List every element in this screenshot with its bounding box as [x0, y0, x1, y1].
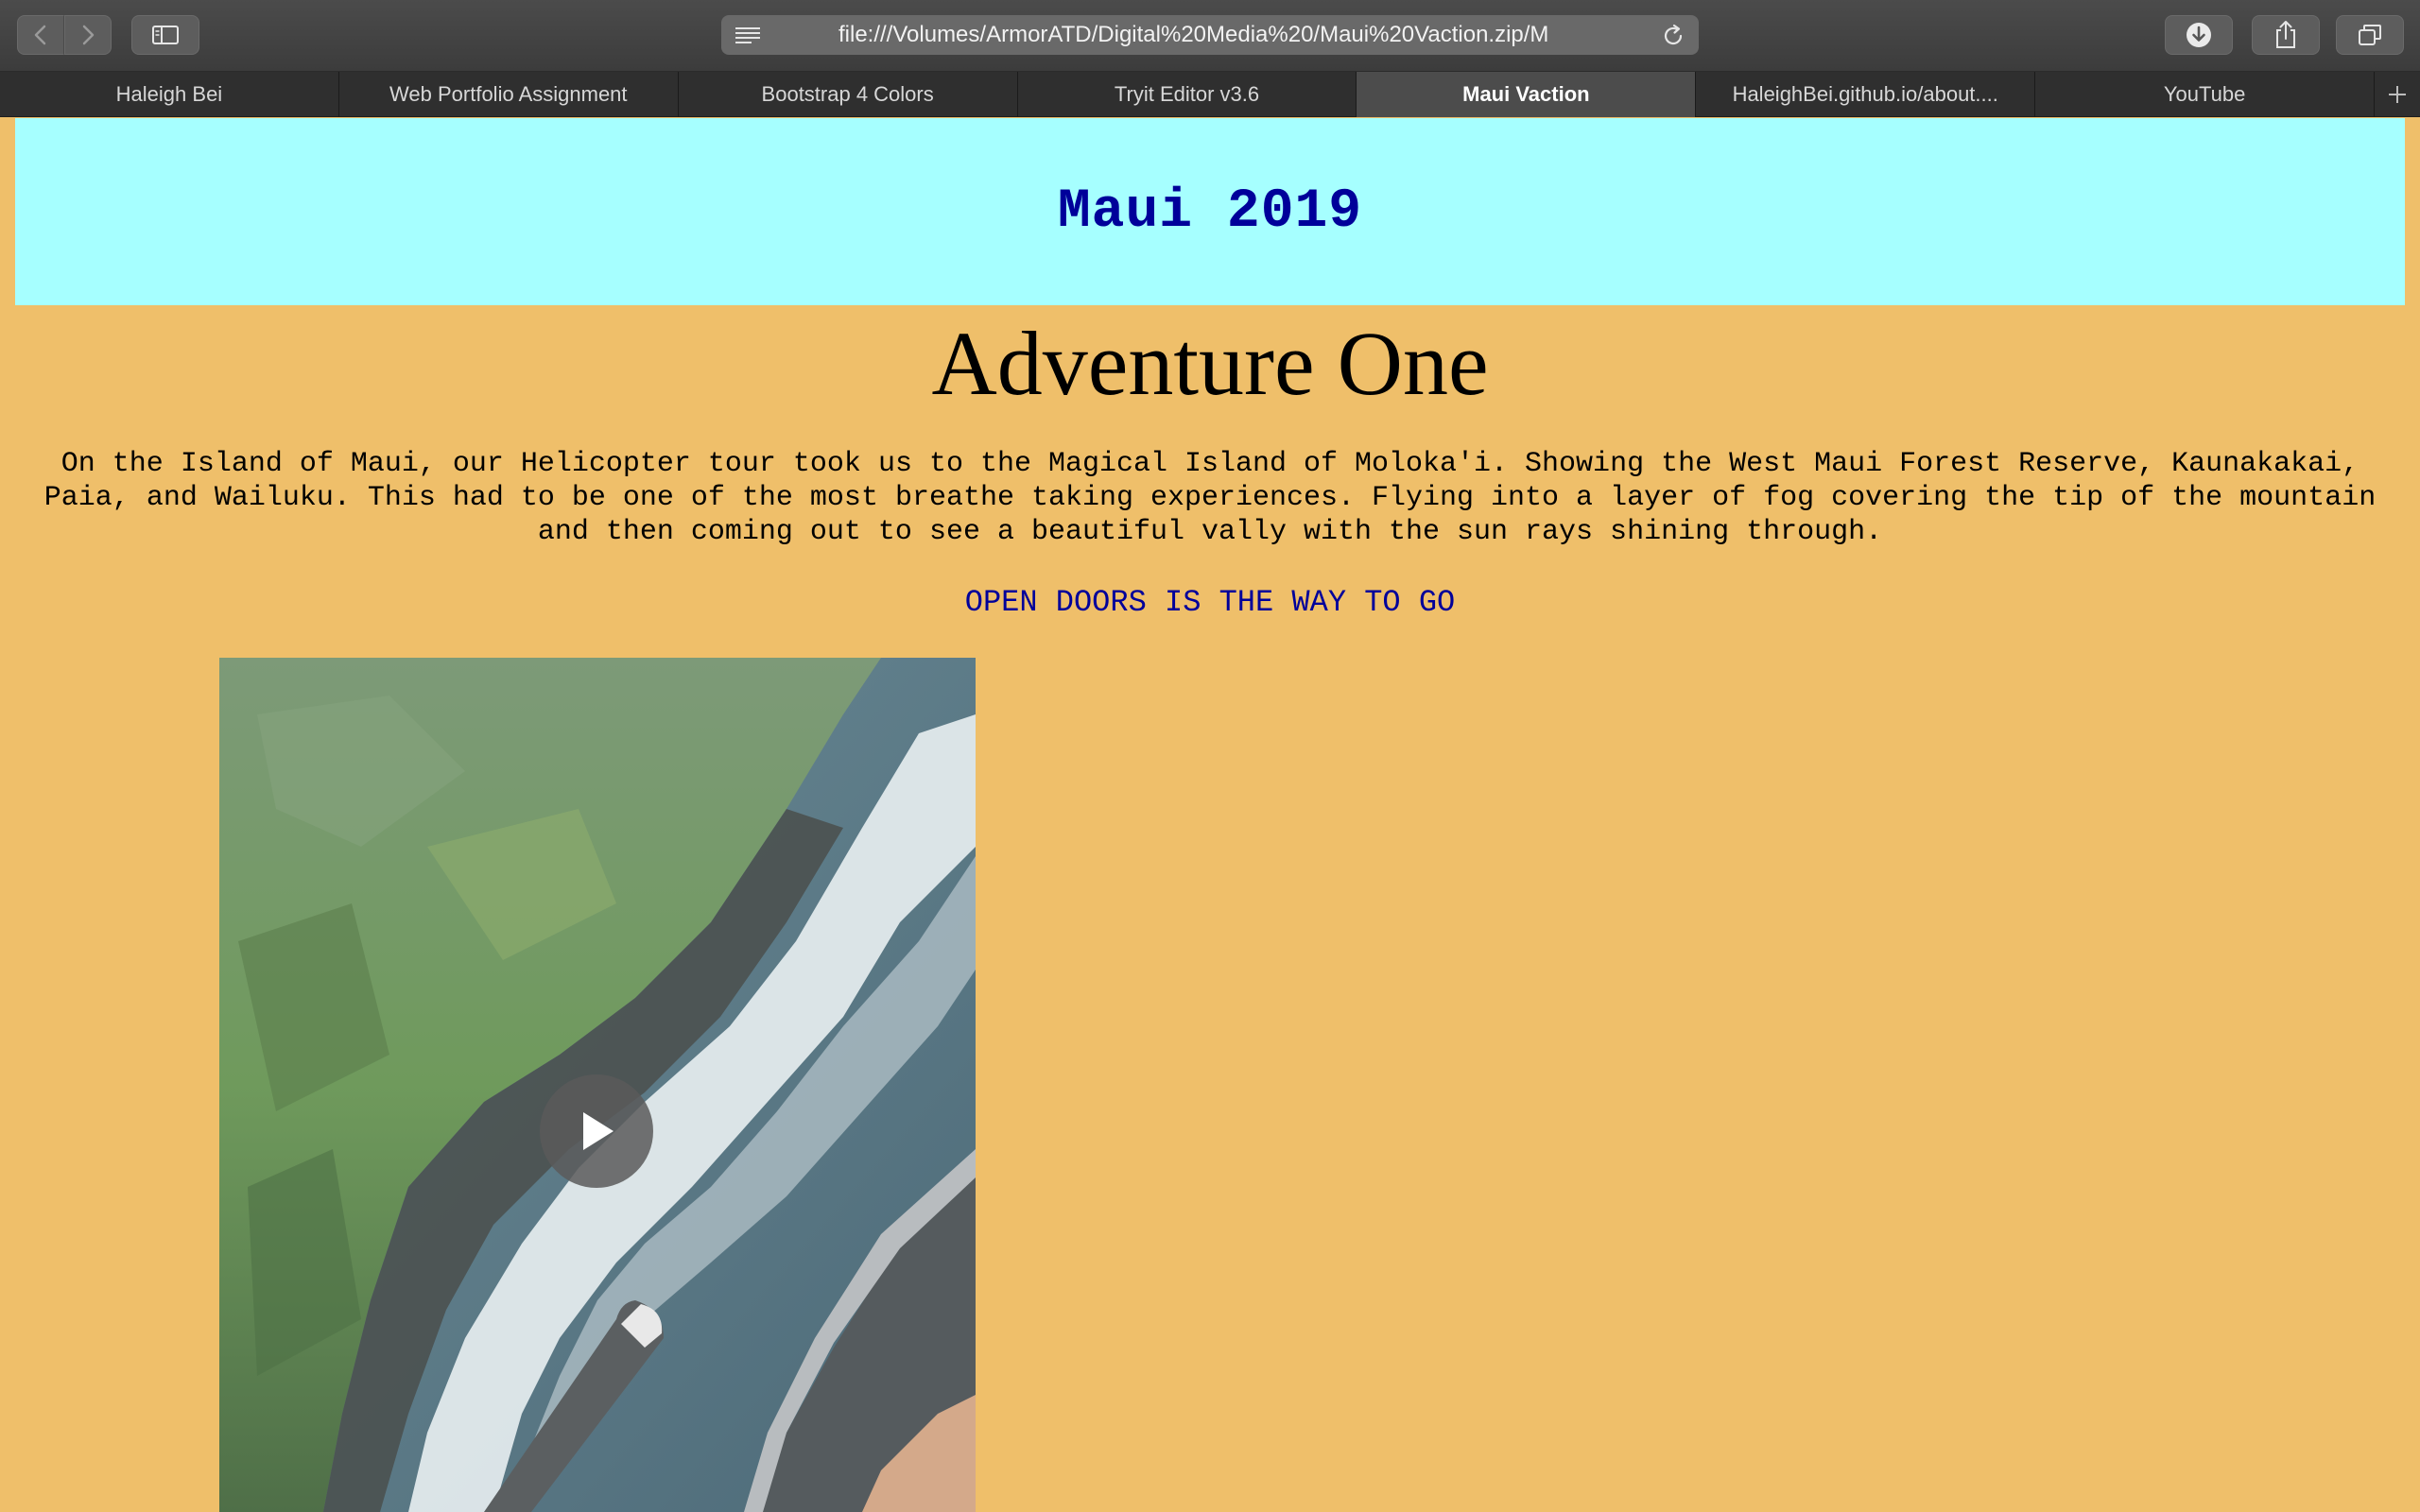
tab-bar: Haleigh Bei Web Portfolio Assignment Boo… [0, 72, 2420, 117]
tab-youtube[interactable]: YouTube [2035, 72, 2376, 117]
share-icon [2276, 21, 2295, 48]
sidebar-icon [152, 26, 179, 44]
section-heading: Adventure One [931, 313, 1489, 414]
tabs-overview-icon [2359, 25, 2381, 45]
play-button[interactable] [540, 1074, 653, 1188]
tagline: OPEN DOORS IS THE WAY TO GO [964, 585, 1456, 620]
story-paragraph: On the Island of Maui, our Helicopter to… [43, 448, 2377, 548]
helicopter-video-player[interactable] [219, 658, 976, 1512]
reload-icon[interactable] [1661, 24, 1685, 48]
site-title: Maui 2019 [1057, 180, 1363, 243]
back-button[interactable] [17, 15, 64, 55]
tab-web-portfolio-assignment[interactable]: Web Portfolio Assignment [339, 72, 679, 117]
tabs-overview-button[interactable] [2336, 15, 2404, 55]
forward-button[interactable] [64, 15, 112, 55]
reader-icon [735, 27, 760, 43]
share-button[interactable] [2252, 15, 2320, 55]
tab-bootstrap-4-colors[interactable]: Bootstrap 4 Colors [679, 72, 1018, 117]
tab-haleigh-bei[interactable]: Haleigh Bei [0, 72, 339, 117]
address-bar[interactable]: file:///Volumes/ArmorATD/Digital%20Media… [721, 15, 1699, 55]
web-page: Maui 2019 Adventure One On the Island of… [0, 118, 2420, 1512]
sidebar-button[interactable] [131, 15, 199, 55]
site-header: Maui 2019 [15, 118, 2405, 305]
tab-maui-vaction[interactable]: Maui Vaction [1357, 72, 1697, 117]
forward-icon [82, 25, 95, 45]
downloads-button[interactable] [2165, 15, 2233, 55]
back-icon [34, 25, 46, 45]
navigation-buttons [17, 15, 112, 55]
url-text[interactable]: file:///Volumes/ArmorATD/Digital%20Media… [838, 15, 1642, 55]
new-tab-icon [2389, 86, 2406, 103]
tab-tryit-editor[interactable]: Tryit Editor v3.6 [1018, 72, 1357, 117]
tab-haleighbei-github-about[interactable]: HaleighBei.github.io/about.... [1696, 72, 2036, 117]
play-icon [583, 1112, 614, 1150]
download-icon [2187, 23, 2211, 47]
new-tab-button[interactable] [2375, 72, 2420, 117]
browser-toolbar: file:///Volumes/ArmorATD/Digital%20Media… [0, 0, 2420, 72]
